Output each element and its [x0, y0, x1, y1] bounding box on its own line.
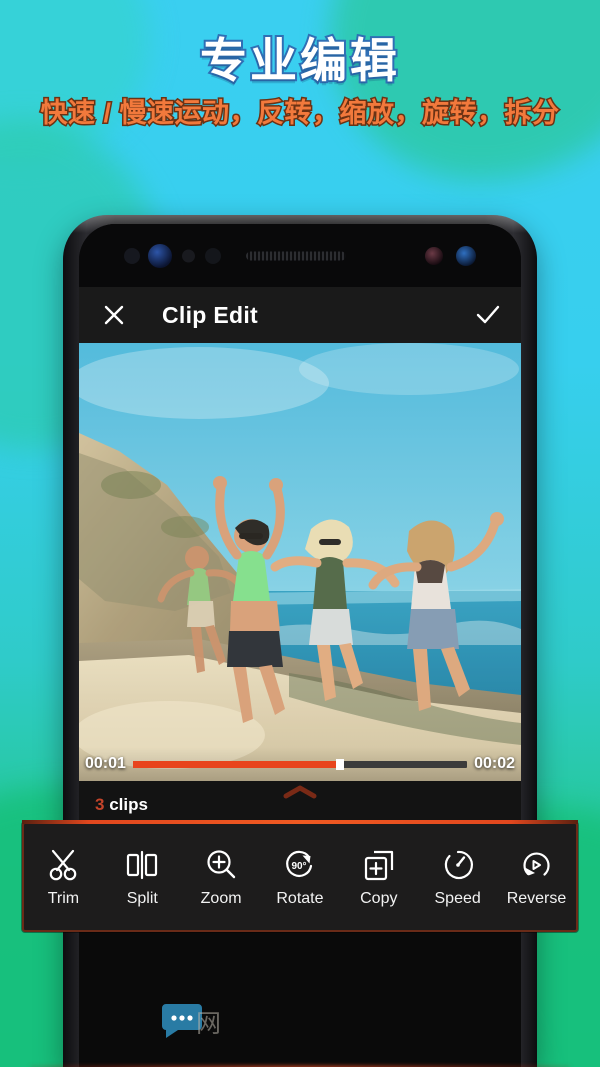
toolbar-accent-line	[22, 820, 578, 824]
iris-scanner-icon	[425, 246, 443, 265]
tool-zoom[interactable]: Zoom	[184, 847, 258, 908]
tool-speed[interactable]: Speed	[421, 847, 495, 908]
copy-plus-icon	[364, 850, 393, 880]
tool-speed-label: Speed	[434, 889, 481, 907]
watermark-text: 网	[196, 1009, 223, 1038]
check-icon[interactable]	[473, 300, 503, 330]
split-icon	[127, 850, 158, 879]
promo-headline: 专业编辑	[198, 34, 400, 88]
app-header: Clip Edit	[79, 287, 521, 343]
page-title: Clip Edit	[162, 301, 258, 328]
tool-copy[interactable]: Copy	[342, 847, 416, 908]
tool-zoom-label: Zoom	[200, 889, 242, 907]
total-time-label: 00:02	[474, 755, 515, 772]
tool-trim[interactable]: Trim	[26, 847, 100, 908]
preview-image	[79, 343, 521, 781]
tool-rotate-label: Rotate	[276, 889, 324, 907]
chevron-up-icon[interactable]	[283, 785, 317, 804]
playback-timeline[interactable]: 00:01 00:02	[79, 747, 521, 781]
video-preview[interactable]: 00:01 00:02	[79, 343, 521, 781]
clip-count-word: clips	[109, 795, 148, 814]
sensor-icon-1	[124, 247, 140, 264]
clip-count-number: 3	[95, 795, 105, 814]
phone-mockup: Clip Edit 00:01 00:02 3 clips	[63, 215, 537, 1067]
current-time-label: 00:01	[85, 755, 126, 772]
phone-sensor-bar	[79, 224, 521, 287]
phone-screen: Clip Edit 00:01 00:02 3 clips	[79, 224, 521, 1067]
scissors-icon	[50, 849, 77, 880]
tool-trim-label: Trim	[47, 889, 80, 907]
reverse-arrow-icon	[523, 851, 551, 876]
edit-toolbar: Trim Split Zoom 90° Rotate Copy Speed Re…	[22, 820, 578, 932]
sensor-icon-2	[182, 249, 195, 262]
tool-copy-label: Copy	[360, 889, 398, 907]
sensor-icon-4	[456, 245, 476, 266]
magnifier-plus-icon	[207, 849, 236, 878]
tool-split[interactable]: Split	[105, 847, 179, 908]
rotate-90-icon: 90°	[286, 850, 313, 877]
tool-split-label: Split	[126, 889, 158, 907]
timeline-playhead-handle[interactable]	[336, 758, 345, 770]
tool-rotate[interactable]: 90° Rotate	[263, 847, 337, 908]
timeline-track[interactable]	[132, 758, 468, 770]
rotate-badge-text: 90°	[291, 861, 306, 872]
close-x-icon[interactable]	[99, 300, 129, 330]
tool-reverse-label: Reverse	[506, 889, 567, 907]
stopwatch-icon	[444, 850, 473, 879]
front-camera-icon	[148, 243, 172, 268]
sensor-icon-3	[205, 247, 221, 264]
promo-subheadline: 快速 / 慢速运动，反转，缩放，旋转，拆分	[39, 97, 561, 129]
timeline-progress-fill	[132, 760, 341, 768]
earpiece-speaker-icon	[246, 251, 346, 260]
tool-reverse[interactable]: Reverse	[499, 847, 573, 908]
screenshot-stage: 专业编辑 快速 / 慢速运动，反转，缩放，旋转，拆分 Clip Edit 00:…	[0, 0, 600, 1067]
promo-text-block: 专业编辑 快速 / 慢速运动，反转，缩放，旋转，拆分	[0, 34, 600, 130]
